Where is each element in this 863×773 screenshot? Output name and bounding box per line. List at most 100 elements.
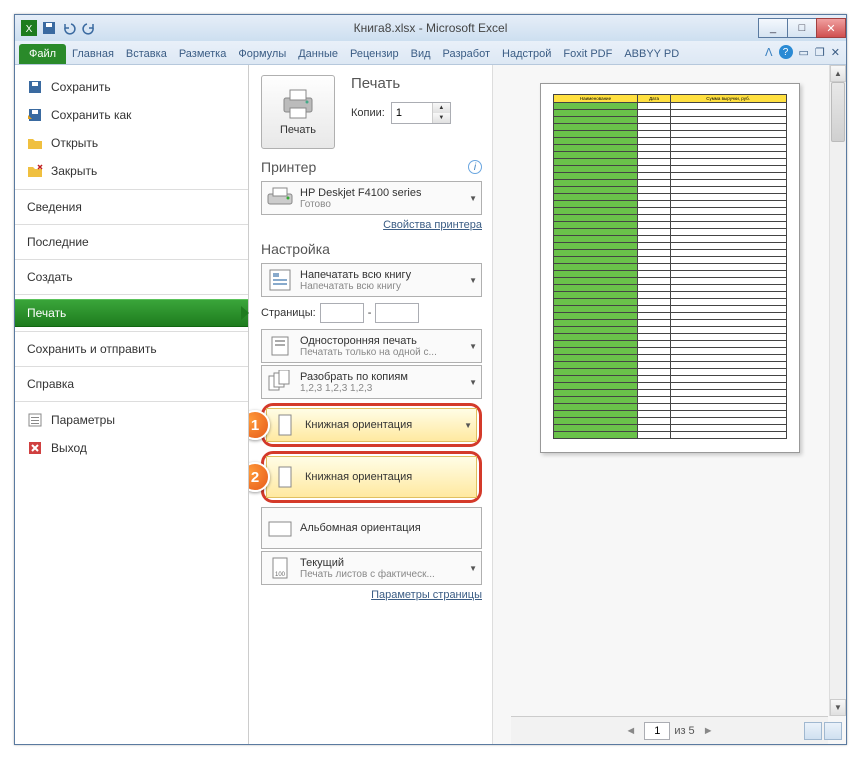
tab-developer[interactable]: Разработ: [437, 44, 496, 64]
scroll-down-icon[interactable]: ▼: [830, 699, 846, 716]
callout-1: 1 Книжная ориентация ▼: [261, 403, 482, 447]
sidebar-saveas[interactable]: Сохранить как: [15, 101, 248, 129]
printer-combo[interactable]: HP Deskjet F4100 seriesГотово ▼: [261, 181, 482, 215]
collate-combo[interactable]: Разобрать по копиям1,2,3 1,2,3 1,2,3 ▼: [261, 365, 482, 399]
backstage-sidebar: Сохранить Сохранить как Открыть Закрыть …: [15, 65, 249, 744]
collate-icon: [266, 370, 294, 394]
sidebar-close[interactable]: Закрыть: [15, 157, 248, 185]
scroll-up-icon[interactable]: ▲: [830, 65, 846, 82]
print-settings-pane: Печать Печать Копии: ▲▼ Принтерi HP: [249, 65, 493, 744]
help-icon[interactable]: ?: [779, 45, 793, 59]
backstage-workarea: Сохранить Сохранить как Открыть Закрыть …: [15, 65, 846, 744]
tab-view[interactable]: Вид: [405, 44, 437, 64]
orientation-option-portrait[interactable]: Книжная ориентация: [266, 456, 477, 498]
tab-data[interactable]: Данные: [292, 44, 344, 64]
orientation-combo[interactable]: Книжная ориентация ▼: [266, 408, 477, 442]
minimize-button[interactable]: _: [758, 18, 788, 38]
info-icon[interactable]: i: [468, 160, 482, 174]
excel-icon: X: [21, 20, 37, 36]
app-window: X Книга8.xlsx - Microsoft Excel _ □ ✕ Фа…: [14, 14, 847, 745]
save-icon[interactable]: [41, 20, 57, 36]
tab-formulas[interactable]: Формулы: [232, 44, 292, 64]
print-what-icon: [266, 268, 294, 292]
ribbon-close-doc-icon[interactable]: ✕: [831, 46, 840, 59]
page-of-label: из 5: [674, 725, 694, 737]
window-buttons: _ □ ✕: [759, 18, 846, 38]
spinner-up-icon[interactable]: ▲: [433, 103, 450, 113]
sidebar-share[interactable]: Сохранить и отправить: [15, 336, 248, 362]
sidebar-info[interactable]: Сведения: [15, 194, 248, 220]
sidebar-exit[interactable]: Выход: [15, 434, 248, 462]
tab-file[interactable]: Файл: [19, 44, 66, 64]
spinner-down-icon[interactable]: ▼: [433, 113, 450, 123]
sidebar-options[interactable]: Параметры: [15, 406, 248, 434]
sidebar-open[interactable]: Открыть: [15, 129, 248, 157]
sidebar-help[interactable]: Справка: [15, 371, 248, 397]
svg-text:X: X: [26, 24, 33, 35]
chevron-down-icon: ▼: [469, 342, 477, 351]
tab-insert[interactable]: Вставка: [120, 44, 173, 64]
chevron-down-icon: ▼: [469, 194, 477, 203]
chevron-down-icon: ▼: [469, 378, 477, 387]
maximize-button[interactable]: □: [787, 18, 817, 38]
printer-section-title: Принтерi: [261, 159, 482, 175]
page-setup-link[interactable]: Параметры страницы: [261, 589, 482, 601]
sidebar-save[interactable]: Сохранить: [15, 73, 248, 101]
preview-nav: ◄ из 5 ►: [511, 716, 828, 744]
next-page-button[interactable]: ►: [699, 725, 718, 737]
preview-table: Наименование Дата Сумма выручки, руб.: [553, 94, 787, 439]
chevron-down-icon: ▼: [464, 421, 472, 430]
sides-combo[interactable]: Односторонняя печатьПечатать только на о…: [261, 329, 482, 363]
zoom-page-icon[interactable]: [824, 722, 842, 740]
ribbon-restore-icon[interactable]: ❐: [815, 46, 825, 59]
preview-page: Наименование Дата Сумма выручки, руб.: [540, 83, 800, 453]
close-button[interactable]: ✕: [816, 18, 846, 38]
pages-range-row: Страницы: -: [261, 303, 482, 323]
sidebar-print[interactable]: Печать: [15, 299, 248, 327]
print-preview-pane: Наименование Дата Сумма выручки, руб. ▲ …: [493, 65, 846, 744]
sidebar-recent[interactable]: Последние: [15, 229, 248, 255]
orientation-option-landscape[interactable]: Альбомная ориентация: [261, 507, 482, 549]
prev-page-button[interactable]: ◄: [621, 725, 640, 737]
folder-close-icon: [27, 163, 43, 179]
printer-device-icon: [266, 186, 294, 210]
printer-properties-link[interactable]: Свойства принтера: [261, 219, 482, 231]
copies-input[interactable]: [392, 103, 432, 123]
tab-addins[interactable]: Надстрой: [496, 44, 557, 64]
page-number-input[interactable]: [644, 722, 670, 740]
print-what-combo[interactable]: Напечатать всю книгуНапечатать всю книгу…: [261, 263, 482, 297]
scroll-thumb[interactable]: [831, 82, 845, 142]
titlebar: X Книга8.xlsx - Microsoft Excel _ □ ✕: [15, 15, 846, 41]
tab-layout[interactable]: Разметка: [173, 44, 233, 64]
sides-icon: [266, 334, 294, 358]
papersize-icon: 100: [266, 556, 294, 580]
redo-icon[interactable]: [81, 20, 97, 36]
pages-to-input[interactable]: [375, 303, 419, 323]
print-big-button[interactable]: Печать: [261, 75, 335, 149]
callout-2: 2 Книжная ориентация: [261, 451, 482, 503]
exit-icon: [27, 440, 43, 456]
copies-spinner[interactable]: ▲▼: [391, 102, 451, 124]
tab-foxit[interactable]: Foxit PDF: [557, 44, 618, 64]
ribbon-min-window-icon[interactable]: ▭: [799, 46, 809, 59]
chevron-down-icon: ▼: [469, 276, 477, 285]
portrait-icon: [271, 465, 299, 489]
sidebar-new[interactable]: Создать: [15, 264, 248, 290]
svg-text:100: 100: [275, 572, 286, 578]
ribbon-tabs: Файл Главная Вставка Разметка Формулы Да…: [15, 41, 846, 65]
tab-home[interactable]: Главная: [66, 44, 120, 64]
papersize-combo[interactable]: 100 ТекущийПечать листов с фактическ... …: [261, 551, 482, 585]
pages-from-input[interactable]: [320, 303, 364, 323]
landscape-icon: [266, 516, 294, 540]
undo-icon[interactable]: [61, 20, 77, 36]
tab-abbyy[interactable]: ABBYY PD: [618, 44, 685, 64]
quick-access-toolbar: X: [15, 20, 97, 36]
ribbon-help-area: ᐱ ? ▭ ❐ ✕: [765, 45, 840, 59]
portrait-icon: [271, 413, 299, 437]
tab-review[interactable]: Рецензир: [344, 44, 405, 64]
ribbon-minimize-icon[interactable]: ᐱ: [765, 46, 773, 59]
print-heading: Печать: [351, 75, 482, 92]
options-icon: [27, 412, 43, 428]
show-margins-icon[interactable]: [804, 722, 822, 740]
preview-scrollbar[interactable]: ▲ ▼: [829, 65, 846, 716]
